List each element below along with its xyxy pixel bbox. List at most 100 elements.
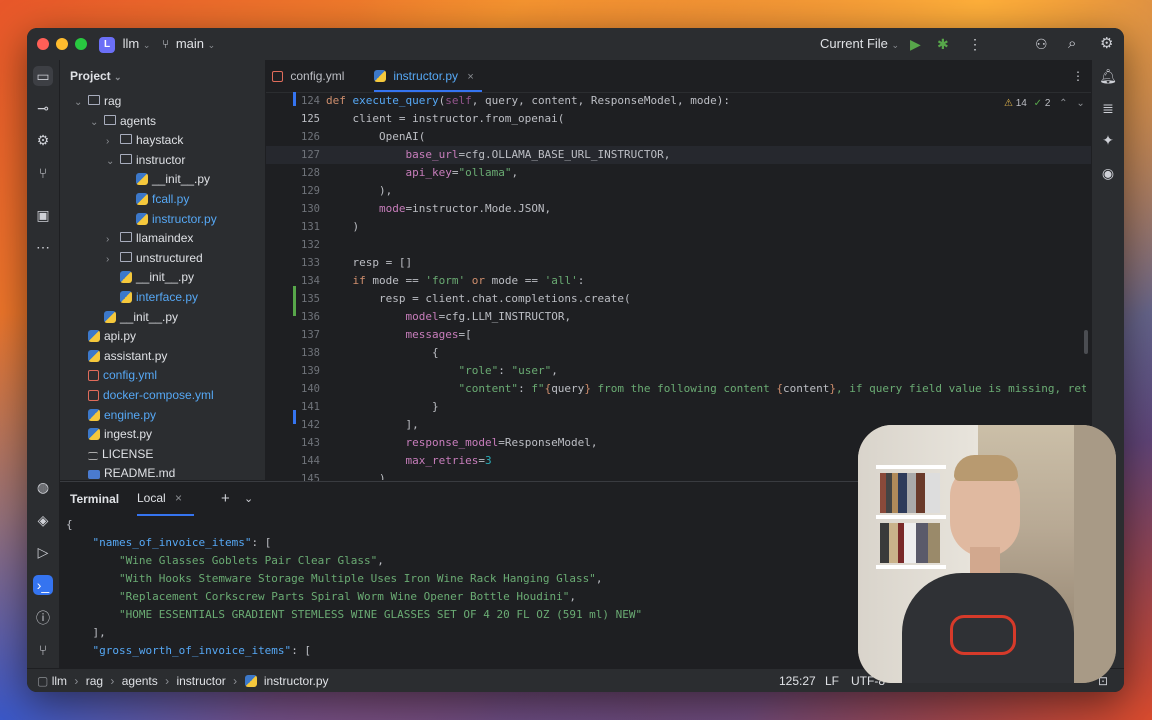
code-line: resp = client.chat.completions.create( <box>326 292 631 305</box>
caret-position[interactable]: 125:27 <box>779 669 816 692</box>
terminal-line: "names_of_invoice_items": [ <box>92 536 272 549</box>
tree-item[interactable]: api.py <box>74 327 136 347</box>
project-folder-icon[interactable]: ▭ <box>33 66 53 86</box>
tree-item[interactable]: ⌄ rag <box>74 92 121 112</box>
tree-item[interactable]: __init__.py <box>106 268 194 288</box>
code-line: max_retries=3 <box>405 454 492 467</box>
chevron-down-icon[interactable]: ⌄ <box>90 113 104 133</box>
chevron-right-icon[interactable]: › <box>106 230 120 250</box>
settings-gear-icon[interactable]: ⚙ <box>1100 28 1113 60</box>
module-icon: ▢ <box>37 674 49 688</box>
pull-requests-icon[interactable]: ⑂ <box>33 163 53 183</box>
terminal-tab-local[interactable]: Local × <box>137 482 195 516</box>
branch-switcher[interactable]: ⑂ main ⌄ <box>162 28 215 60</box>
project-panel-header[interactable]: Project ⌄ <box>60 60 265 92</box>
minimize-window-button[interactable] <box>56 38 68 50</box>
chevron-right-icon[interactable]: › <box>106 250 120 270</box>
debug-icon[interactable]: ✱ <box>937 28 949 60</box>
python-file-icon <box>104 310 116 323</box>
tree-item[interactable]: config.yml <box>74 366 157 386</box>
breadcrumb: ▢ llm › rag › agents › instructor › inst… <box>37 674 329 688</box>
tree-item[interactable]: __init__.py <box>90 308 178 328</box>
code-line: api_key="ollama", <box>405 166 519 179</box>
line-number: 143 <box>301 437 320 449</box>
terminal-line: "HOME ESSENTIALS GRADIENT STEMLESS WINE … <box>118 608 643 621</box>
close-tab-icon[interactable]: × <box>175 491 182 505</box>
tree-item[interactable]: assistant.py <box>74 347 167 367</box>
text-file-icon <box>88 451 98 460</box>
chevron-down-icon[interactable]: ⌄ <box>244 482 253 516</box>
tree-item[interactable]: fcall.py <box>122 190 189 210</box>
breadcrumb-item[interactable]: instructor <box>176 674 225 688</box>
line-ending[interactable]: LF <box>825 669 839 692</box>
python-file-icon <box>88 428 100 441</box>
code-view[interactable]: def execute_query(self, query, content, … <box>326 92 1086 480</box>
database-icon[interactable]: ≣ <box>1098 98 1118 118</box>
run-config-selector[interactable]: Current File ⌄ <box>820 28 899 60</box>
tree-item[interactable]: ingest.py <box>74 425 152 445</box>
code-line: messages=[ <box>405 328 472 341</box>
breadcrumb-item[interactable]: llm <box>52 674 67 688</box>
code-line: base_url=cfg.OLLAMA_BASE_URL_INSTRUCTOR, <box>405 148 671 161</box>
yaml-file-icon <box>88 370 99 382</box>
chevron-down-icon[interactable]: ⌄ <box>106 152 120 172</box>
python-file-icon <box>120 291 132 303</box>
close-tab-icon[interactable]: × <box>467 71 473 83</box>
tab-options-icon[interactable]: ⋮ <box>1072 60 1084 92</box>
python-packages-icon[interactable]: ◈ <box>33 510 53 530</box>
new-terminal-icon[interactable]: + <box>221 482 230 516</box>
tree-item[interactable]: ⌄ agents <box>90 112 156 132</box>
tree-item-label: engine.py <box>104 407 157 422</box>
notifications-bell-icon[interactable]: 🔔︎ <box>1098 66 1118 86</box>
more-tools-icon[interactable]: ⋯ <box>33 237 53 257</box>
chevron-down-icon[interactable]: ⌄ <box>74 93 88 113</box>
terminal-icon[interactable]: ›_ <box>33 575 53 595</box>
problems-icon[interactable]: ⓘ <box>33 608 53 628</box>
folder-icon <box>88 95 100 105</box>
close-window-button[interactable] <box>37 38 49 50</box>
line-number: 144 <box>301 455 320 467</box>
more-actions-icon[interactable]: ⋮ <box>968 28 982 60</box>
zoom-window-button[interactable] <box>75 38 87 50</box>
line-number: 128 <box>301 167 320 179</box>
project-switcher[interactable]: L llm ⌄ <box>99 28 150 60</box>
breadcrumb-item[interactable]: agents <box>122 674 158 688</box>
tree-item[interactable]: engine.py <box>74 406 156 426</box>
ai-assistant-icon[interactable]: ✦ <box>1098 130 1118 150</box>
tree-item[interactable]: LICENSE <box>74 445 153 465</box>
git-icon[interactable]: ⑂ <box>33 640 53 660</box>
tree-item-label: agents <box>120 113 157 128</box>
breadcrumb-item[interactable]: instructor.py <box>264 674 329 688</box>
terminal-line: "Replacement Corkscrew Parts Spiral Worm… <box>118 590 576 603</box>
tree-item[interactable]: › haystack <box>106 131 183 151</box>
services-run-icon[interactable]: ▷ <box>33 542 53 562</box>
tree-item[interactable]: docker-compose.yml <box>74 386 214 406</box>
change-marker <box>293 410 296 424</box>
tree-item[interactable]: ⌄ instructor <box>106 151 185 171</box>
copilot-icon[interactable]: ◉ <box>1098 163 1118 183</box>
python-file-icon <box>88 408 100 421</box>
code-line: model=cfg.LLM_INSTRUCTOR, <box>405 310 572 323</box>
line-number: 139 <box>301 365 320 377</box>
breadcrumb-item[interactable]: rag <box>86 674 103 688</box>
run-icon[interactable]: ▶ <box>910 28 921 60</box>
tree-item[interactable]: › llamaindex <box>106 229 193 249</box>
python-console-icon[interactable]: ◍ <box>33 477 53 497</box>
tree-item[interactable]: › unstructured <box>106 249 203 269</box>
commit-icon[interactable]: ⊸ <box>33 98 53 118</box>
tree-item[interactable]: interface.py <box>106 288 198 308</box>
tab-instructor-py[interactable]: instructor.py × <box>374 60 482 92</box>
tree-item[interactable]: __init__.py <box>122 170 210 190</box>
search-icon[interactable]: ⌕ <box>1068 28 1076 60</box>
add-user-icon[interactable]: ⚇ <box>1035 28 1048 60</box>
scrollbar[interactable] <box>1084 140 1088 460</box>
code-line: def execute_query(self, query, content, … <box>326 94 730 107</box>
code-line: ) <box>326 472 386 480</box>
chevron-right-icon[interactable]: › <box>106 132 120 152</box>
tree-item[interactable]: instructor.py <box>122 210 217 230</box>
project-panel-title: Project <box>70 69 111 83</box>
structure-icon[interactable]: ▣ <box>33 205 53 225</box>
folder-icon <box>120 251 132 262</box>
services-icon[interactable]: ⚙ <box>33 130 53 150</box>
tab-config-yml[interactable]: config.yml <box>272 60 344 92</box>
